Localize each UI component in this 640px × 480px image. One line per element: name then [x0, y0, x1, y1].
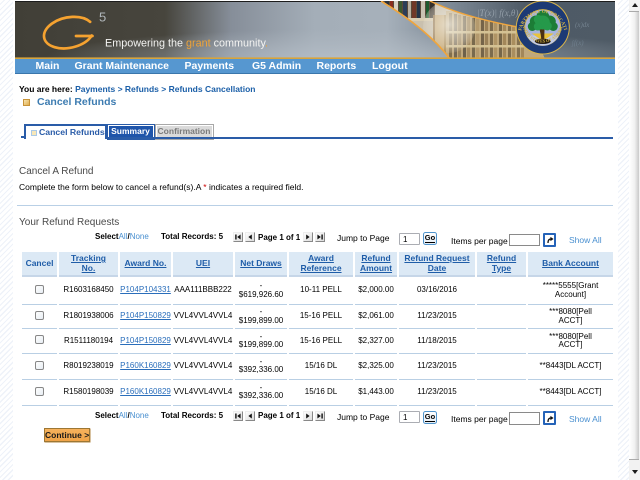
svg-text:5: 5	[99, 10, 106, 25]
svg-text:∫f(x): ∫f(x)	[571, 39, 584, 47]
svg-text:Empowering the grant community: Empowering the grant community.	[105, 38, 268, 50]
svg-text:(x)dx: (x)dx	[575, 21, 590, 29]
svg-text:|T(x)| f(x,θ): |T(x)| f(x,θ)	[477, 8, 518, 18]
